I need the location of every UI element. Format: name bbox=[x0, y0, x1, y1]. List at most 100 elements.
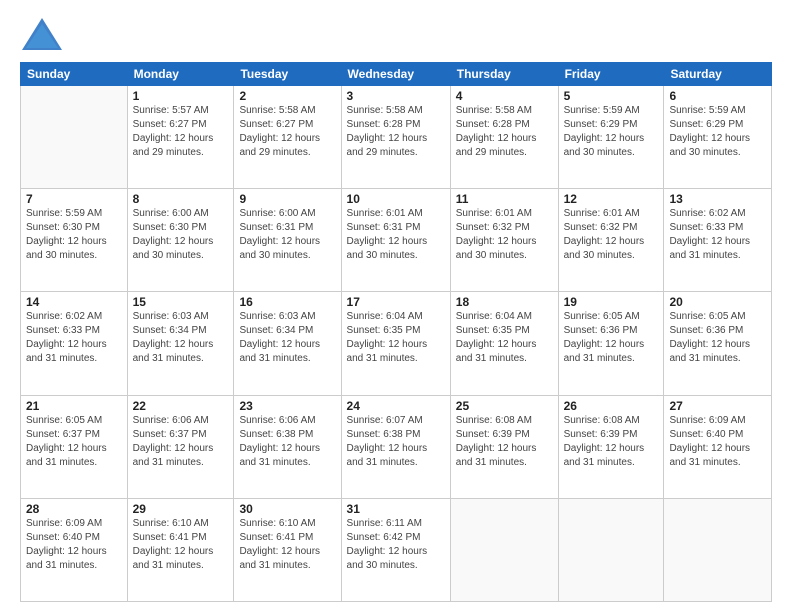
calendar-week-0: 1Sunrise: 5:57 AM Sunset: 6:27 PM Daylig… bbox=[21, 86, 772, 189]
day-info: Sunrise: 5:59 AM Sunset: 6:29 PM Dayligh… bbox=[669, 104, 766, 160]
day-number: 15 bbox=[133, 295, 229, 309]
weekday-header-monday: Monday bbox=[127, 63, 234, 86]
calendar-cell: 23Sunrise: 6:06 AM Sunset: 6:38 PM Dayli… bbox=[234, 395, 341, 498]
day-number: 22 bbox=[133, 399, 229, 413]
calendar-cell: 17Sunrise: 6:04 AM Sunset: 6:35 PM Dayli… bbox=[341, 292, 450, 395]
day-number: 31 bbox=[347, 502, 445, 516]
weekday-header-sunday: Sunday bbox=[21, 63, 128, 86]
day-number: 20 bbox=[669, 295, 766, 309]
calendar-cell: 29Sunrise: 6:10 AM Sunset: 6:41 PM Dayli… bbox=[127, 498, 234, 601]
header bbox=[20, 16, 772, 52]
calendar-cell: 30Sunrise: 6:10 AM Sunset: 6:41 PM Dayli… bbox=[234, 498, 341, 601]
calendar-cell: 13Sunrise: 6:02 AM Sunset: 6:33 PM Dayli… bbox=[664, 189, 772, 292]
calendar-cell: 14Sunrise: 6:02 AM Sunset: 6:33 PM Dayli… bbox=[21, 292, 128, 395]
day-info: Sunrise: 6:08 AM Sunset: 6:39 PM Dayligh… bbox=[564, 414, 659, 470]
day-info: Sunrise: 6:02 AM Sunset: 6:33 PM Dayligh… bbox=[26, 310, 122, 366]
calendar-cell: 24Sunrise: 6:07 AM Sunset: 6:38 PM Dayli… bbox=[341, 395, 450, 498]
day-info: Sunrise: 6:02 AM Sunset: 6:33 PM Dayligh… bbox=[669, 207, 766, 263]
day-number: 4 bbox=[456, 89, 553, 103]
day-number: 1 bbox=[133, 89, 229, 103]
day-number: 8 bbox=[133, 192, 229, 206]
calendar-cell: 28Sunrise: 6:09 AM Sunset: 6:40 PM Dayli… bbox=[21, 498, 128, 601]
day-number: 16 bbox=[239, 295, 335, 309]
day-number: 7 bbox=[26, 192, 122, 206]
calendar-week-3: 21Sunrise: 6:05 AM Sunset: 6:37 PM Dayli… bbox=[21, 395, 772, 498]
calendar-cell: 11Sunrise: 6:01 AM Sunset: 6:32 PM Dayli… bbox=[450, 189, 558, 292]
day-info: Sunrise: 6:01 AM Sunset: 6:32 PM Dayligh… bbox=[456, 207, 553, 263]
calendar-cell: 27Sunrise: 6:09 AM Sunset: 6:40 PM Dayli… bbox=[664, 395, 772, 498]
calendar-cell: 12Sunrise: 6:01 AM Sunset: 6:32 PM Dayli… bbox=[558, 189, 664, 292]
day-info: Sunrise: 6:03 AM Sunset: 6:34 PM Dayligh… bbox=[133, 310, 229, 366]
day-number: 10 bbox=[347, 192, 445, 206]
weekday-header-thursday: Thursday bbox=[450, 63, 558, 86]
day-number: 5 bbox=[564, 89, 659, 103]
calendar-cell: 1Sunrise: 5:57 AM Sunset: 6:27 PM Daylig… bbox=[127, 86, 234, 189]
day-number: 2 bbox=[239, 89, 335, 103]
day-number: 27 bbox=[669, 399, 766, 413]
weekday-header-row: SundayMondayTuesdayWednesdayThursdayFrid… bbox=[21, 63, 772, 86]
weekday-header-friday: Friday bbox=[558, 63, 664, 86]
page: SundayMondayTuesdayWednesdayThursdayFrid… bbox=[0, 0, 792, 612]
day-number: 25 bbox=[456, 399, 553, 413]
calendar-cell: 22Sunrise: 6:06 AM Sunset: 6:37 PM Dayli… bbox=[127, 395, 234, 498]
calendar-cell bbox=[450, 498, 558, 601]
day-number: 28 bbox=[26, 502, 122, 516]
logo-icon bbox=[20, 16, 64, 52]
calendar-cell: 6Sunrise: 5:59 AM Sunset: 6:29 PM Daylig… bbox=[664, 86, 772, 189]
day-number: 21 bbox=[26, 399, 122, 413]
calendar-cell: 15Sunrise: 6:03 AM Sunset: 6:34 PM Dayli… bbox=[127, 292, 234, 395]
calendar-cell: 21Sunrise: 6:05 AM Sunset: 6:37 PM Dayli… bbox=[21, 395, 128, 498]
day-info: Sunrise: 6:01 AM Sunset: 6:32 PM Dayligh… bbox=[564, 207, 659, 263]
day-info: Sunrise: 5:57 AM Sunset: 6:27 PM Dayligh… bbox=[133, 104, 229, 160]
day-info: Sunrise: 6:10 AM Sunset: 6:41 PM Dayligh… bbox=[133, 517, 229, 573]
day-number: 6 bbox=[669, 89, 766, 103]
calendar-cell: 9Sunrise: 6:00 AM Sunset: 6:31 PM Daylig… bbox=[234, 189, 341, 292]
calendar-cell: 26Sunrise: 6:08 AM Sunset: 6:39 PM Dayli… bbox=[558, 395, 664, 498]
calendar-week-1: 7Sunrise: 5:59 AM Sunset: 6:30 PM Daylig… bbox=[21, 189, 772, 292]
calendar-cell: 10Sunrise: 6:01 AM Sunset: 6:31 PM Dayli… bbox=[341, 189, 450, 292]
day-number: 19 bbox=[564, 295, 659, 309]
day-info: Sunrise: 6:03 AM Sunset: 6:34 PM Dayligh… bbox=[239, 310, 335, 366]
day-info: Sunrise: 5:58 AM Sunset: 6:28 PM Dayligh… bbox=[347, 104, 445, 160]
calendar-cell: 3Sunrise: 5:58 AM Sunset: 6:28 PM Daylig… bbox=[341, 86, 450, 189]
day-info: Sunrise: 5:58 AM Sunset: 6:27 PM Dayligh… bbox=[239, 104, 335, 160]
day-info: Sunrise: 6:00 AM Sunset: 6:30 PM Dayligh… bbox=[133, 207, 229, 263]
calendar-cell bbox=[558, 498, 664, 601]
day-info: Sunrise: 6:11 AM Sunset: 6:42 PM Dayligh… bbox=[347, 517, 445, 573]
day-info: Sunrise: 6:06 AM Sunset: 6:37 PM Dayligh… bbox=[133, 414, 229, 470]
day-info: Sunrise: 6:04 AM Sunset: 6:35 PM Dayligh… bbox=[456, 310, 553, 366]
weekday-header-tuesday: Tuesday bbox=[234, 63, 341, 86]
day-info: Sunrise: 6:09 AM Sunset: 6:40 PM Dayligh… bbox=[669, 414, 766, 470]
calendar-cell: 4Sunrise: 5:58 AM Sunset: 6:28 PM Daylig… bbox=[450, 86, 558, 189]
day-info: Sunrise: 6:05 AM Sunset: 6:37 PM Dayligh… bbox=[26, 414, 122, 470]
day-info: Sunrise: 6:09 AM Sunset: 6:40 PM Dayligh… bbox=[26, 517, 122, 573]
day-info: Sunrise: 6:01 AM Sunset: 6:31 PM Dayligh… bbox=[347, 207, 445, 263]
calendar-cell: 31Sunrise: 6:11 AM Sunset: 6:42 PM Dayli… bbox=[341, 498, 450, 601]
day-number: 23 bbox=[239, 399, 335, 413]
calendar-table: SundayMondayTuesdayWednesdayThursdayFrid… bbox=[20, 62, 772, 602]
calendar-cell: 5Sunrise: 5:59 AM Sunset: 6:29 PM Daylig… bbox=[558, 86, 664, 189]
day-number: 14 bbox=[26, 295, 122, 309]
day-number: 9 bbox=[239, 192, 335, 206]
day-number: 30 bbox=[239, 502, 335, 516]
day-info: Sunrise: 6:06 AM Sunset: 6:38 PM Dayligh… bbox=[239, 414, 335, 470]
calendar-cell: 7Sunrise: 5:59 AM Sunset: 6:30 PM Daylig… bbox=[21, 189, 128, 292]
day-number: 17 bbox=[347, 295, 445, 309]
day-info: Sunrise: 6:07 AM Sunset: 6:38 PM Dayligh… bbox=[347, 414, 445, 470]
calendar-cell bbox=[664, 498, 772, 601]
calendar-week-2: 14Sunrise: 6:02 AM Sunset: 6:33 PM Dayli… bbox=[21, 292, 772, 395]
calendar-cell: 25Sunrise: 6:08 AM Sunset: 6:39 PM Dayli… bbox=[450, 395, 558, 498]
calendar-cell: 16Sunrise: 6:03 AM Sunset: 6:34 PM Dayli… bbox=[234, 292, 341, 395]
calendar-cell: 19Sunrise: 6:05 AM Sunset: 6:36 PM Dayli… bbox=[558, 292, 664, 395]
day-number: 13 bbox=[669, 192, 766, 206]
weekday-header-saturday: Saturday bbox=[664, 63, 772, 86]
calendar-cell: 8Sunrise: 6:00 AM Sunset: 6:30 PM Daylig… bbox=[127, 189, 234, 292]
day-number: 3 bbox=[347, 89, 445, 103]
calendar-cell bbox=[21, 86, 128, 189]
day-info: Sunrise: 6:00 AM Sunset: 6:31 PM Dayligh… bbox=[239, 207, 335, 263]
day-info: Sunrise: 5:59 AM Sunset: 6:30 PM Dayligh… bbox=[26, 207, 122, 263]
day-number: 24 bbox=[347, 399, 445, 413]
day-number: 12 bbox=[564, 192, 659, 206]
day-number: 18 bbox=[456, 295, 553, 309]
day-info: Sunrise: 5:59 AM Sunset: 6:29 PM Dayligh… bbox=[564, 104, 659, 160]
